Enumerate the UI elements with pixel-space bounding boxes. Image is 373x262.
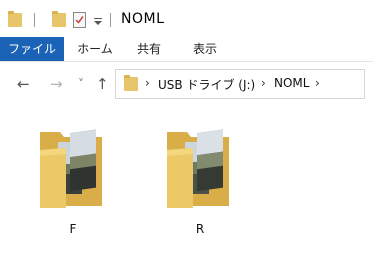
folder-item-f[interactable]: F [28, 126, 118, 246]
folder-item-r[interactable]: R [155, 126, 245, 246]
recent-locations-button[interactable]: ˅ [78, 74, 84, 94]
folder-thumbnail-icon [40, 129, 102, 208]
title-separator-2 [110, 13, 111, 27]
new-folder-icon[interactable] [52, 11, 66, 27]
address-folder-icon [124, 75, 138, 91]
tab-file[interactable]: ファイル [0, 37, 64, 61]
title-separator [34, 13, 35, 27]
tab-share[interactable]: 共有 [128, 37, 170, 61]
customize-dropdown-icon[interactable] [93, 13, 103, 27]
up-button[interactable]: ↑ [96, 74, 109, 94]
tab-home[interactable]: ホーム [72, 37, 118, 61]
breadcrumb-separator[interactable]: › [315, 76, 320, 90]
breadcrumb-noml[interactable]: NOML [274, 76, 309, 90]
tab-view[interactable]: 表示 [184, 37, 226, 61]
ribbon-tabs: ファイル ホーム 共有 表示 [0, 37, 373, 62]
breadcrumb-separator[interactable]: › [145, 76, 150, 90]
navigation-bar: ← → ˅ ↑ › USB ドライブ (J:) › NOML › [0, 62, 373, 108]
back-button[interactable]: ← [17, 74, 30, 94]
title-bar: NOML [0, 0, 373, 37]
folder-icon [8, 11, 22, 27]
folder-thumbnail-icon [167, 129, 229, 208]
explorer-window: NOML ファイル ホーム 共有 表示 ← → ˅ ↑ › USB ドライブ (… [0, 0, 373, 262]
properties-check-icon[interactable] [73, 12, 86, 28]
breadcrumb-usb-drive[interactable]: USB ドライブ (J:) [158, 76, 255, 93]
breadcrumb-separator[interactable]: › [261, 76, 266, 90]
folder-name[interactable]: R [155, 222, 245, 236]
address-bar[interactable]: › USB ドライブ (J:) › NOML › [115, 69, 365, 99]
window-title: NOML [121, 11, 165, 27]
folder-name[interactable]: F [28, 222, 118, 236]
forward-button[interactable]: → [50, 74, 63, 94]
file-list: F R [0, 108, 373, 262]
